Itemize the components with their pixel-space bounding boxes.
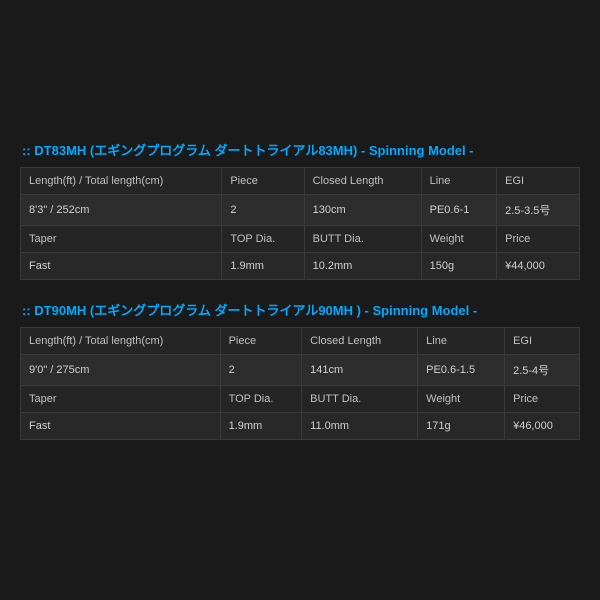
table-header-row: Length(ft) / Total length(cm) Piece Clos…: [21, 168, 580, 195]
sub-data-row: Fast 1.9mm 10.2mm 150g ¥44,000: [21, 253, 580, 280]
col-header-line: Line: [421, 168, 497, 195]
cell-length: 8'3" / 252cm: [21, 195, 222, 226]
cell2-top-dia: 1.9mm: [220, 413, 302, 440]
sub2-col-top-dia: TOP Dia.: [220, 386, 302, 413]
sub-col-price: Price: [497, 226, 580, 253]
table-row-2: 9'0" / 275cm 2 141cm PE0.6-1.5 2.5-4号: [21, 355, 580, 386]
cell2-weight: 171g: [418, 413, 505, 440]
col2-header-closed: Closed Length: [302, 328, 418, 355]
table-row: 8'3" / 252cm 2 130cm PE0.6-1 2.5-3.5号: [21, 195, 580, 226]
cell-price: ¥44,000: [497, 253, 580, 280]
section-dt90mh: DT90MH (エギングプログラム ダートトライアル90MH ) - Spinn…: [20, 300, 580, 440]
sub-header-row: Taper TOP Dia. BUTT Dia. Weight Price: [21, 226, 580, 253]
table-header-row-2: Length(ft) / Total length(cm) Piece Clos…: [21, 328, 580, 355]
col-header-egi: EGI: [497, 168, 580, 195]
col2-header-egi: EGI: [505, 328, 580, 355]
cell2-piece: 2: [220, 355, 302, 386]
sub-col-butt-dia: BUTT Dia.: [304, 226, 421, 253]
table-dt90mh: Length(ft) / Total length(cm) Piece Clos…: [20, 327, 580, 440]
sub-col-top-dia: TOP Dia.: [222, 226, 304, 253]
sub2-col-weight: Weight: [418, 386, 505, 413]
col2-header-piece: Piece: [220, 328, 302, 355]
sub2-col-taper: Taper: [21, 386, 221, 413]
cell2-egi: 2.5-4号: [505, 355, 580, 386]
sub2-header-row: Taper TOP Dia. BUTT Dia. Weight Price: [21, 386, 580, 413]
cell2-butt-dia: 11.0mm: [302, 413, 418, 440]
col-header-piece: Piece: [222, 168, 304, 195]
sub-col-weight: Weight: [421, 226, 497, 253]
col-header-closed: Closed Length: [304, 168, 421, 195]
cell-butt-dia: 10.2mm: [304, 253, 421, 280]
section-dt83mh: DT83MH (エギングプログラム ダートトライアル83MH) - Spinni…: [20, 140, 580, 280]
cell2-price: ¥46,000: [505, 413, 580, 440]
sub2-data-row: Fast 1.9mm 11.0mm 171g ¥46,000: [21, 413, 580, 440]
col2-header-length: Length(ft) / Total length(cm): [21, 328, 221, 355]
cell-top-dia: 1.9mm: [222, 253, 304, 280]
cell2-line: PE0.6-1.5: [418, 355, 505, 386]
cell-piece: 2: [222, 195, 304, 226]
cell-egi: 2.5-3.5号: [497, 195, 580, 226]
cell-weight: 150g: [421, 253, 497, 280]
cell-closed: 130cm: [304, 195, 421, 226]
sub-col-taper: Taper: [21, 226, 222, 253]
sub2-col-price: Price: [505, 386, 580, 413]
table-dt83mh: Length(ft) / Total length(cm) Piece Clos…: [20, 167, 580, 280]
cell2-closed: 141cm: [302, 355, 418, 386]
section-title-dt90mh: DT90MH (エギングプログラム ダートトライアル90MH ) - Spinn…: [20, 300, 580, 319]
cell-taper: Fast: [21, 253, 222, 280]
cell2-taper: Fast: [21, 413, 221, 440]
section-title-dt83mh: DT83MH (エギングプログラム ダートトライアル83MH) - Spinni…: [20, 140, 580, 159]
main-container: DT83MH (エギングプログラム ダートトライアル83MH) - Spinni…: [20, 130, 580, 470]
col2-header-line: Line: [418, 328, 505, 355]
col-header-length: Length(ft) / Total length(cm): [21, 168, 222, 195]
cell-line: PE0.6-1: [421, 195, 497, 226]
cell2-length: 9'0" / 275cm: [21, 355, 221, 386]
sub2-col-butt-dia: BUTT Dia.: [302, 386, 418, 413]
